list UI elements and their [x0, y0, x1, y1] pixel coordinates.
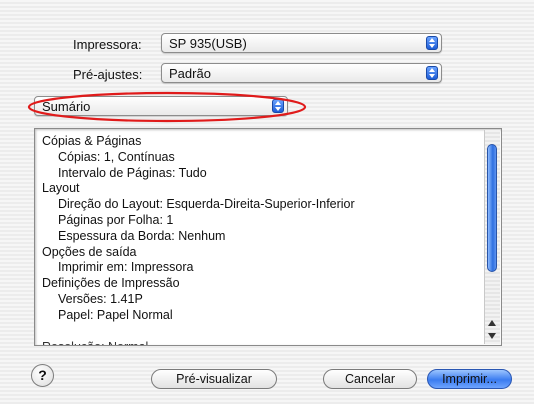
printer-value: SP 935(USB)	[169, 36, 247, 51]
scroll-thumb[interactable]	[487, 144, 497, 272]
help-button[interactable]: ?	[31, 364, 54, 387]
summary-line: Espessura da Borda: Nenhum	[58, 228, 226, 243]
popup-arrows-icon	[426, 36, 438, 50]
popup-arrows-icon	[426, 66, 438, 80]
summary-line: Definições de Impressão	[42, 276, 180, 291]
summary-line: Papel: Papel Normal	[58, 307, 173, 322]
preview-button[interactable]: Pré-visualizar	[151, 369, 277, 389]
summary-line: Cópias: 1, Contínuas	[58, 149, 175, 164]
scroll-down-icon[interactable]	[487, 331, 497, 341]
scrollbar[interactable]	[484, 130, 500, 344]
summary-line: Intervalo de Páginas: Tudo	[58, 165, 207, 180]
summary-line: Páginas por Folha: 1	[58, 212, 174, 227]
print-button[interactable]: Imprimir...	[427, 369, 512, 389]
presets-value: Padrão	[169, 66, 211, 81]
scroll-up-icon[interactable]	[487, 318, 497, 328]
summary-list: Cópias & Páginas Cópias: 1, Contínuas Inte…	[42, 134, 355, 324]
highlight-oval	[27, 91, 307, 123]
summary-cut-line: Resolução: Normal	[42, 340, 148, 345]
summary-line: Imprimir em: Impressora	[58, 260, 194, 275]
presets-label: Pré-ajustes:	[73, 67, 143, 82]
summary-line: Layout	[42, 181, 80, 196]
summary-line: Versões: 1.41P	[58, 291, 143, 306]
summary-panel[interactable]: Cópias & Páginas Cópias: 1, Contínuas Inte…	[34, 128, 502, 346]
presets-popup[interactable]: Padrão	[161, 63, 442, 83]
summary-line: Cópias & Páginas	[42, 134, 142, 148]
summary-line: Direção do Layout: Esquerda-Direita-Supe…	[58, 197, 355, 212]
printer-popup[interactable]: SP 935(USB)	[161, 33, 442, 53]
summary-line: Opções de saída	[42, 244, 137, 259]
printer-label: Impressora:	[73, 37, 142, 52]
cancel-button[interactable]: Cancelar	[323, 369, 417, 389]
